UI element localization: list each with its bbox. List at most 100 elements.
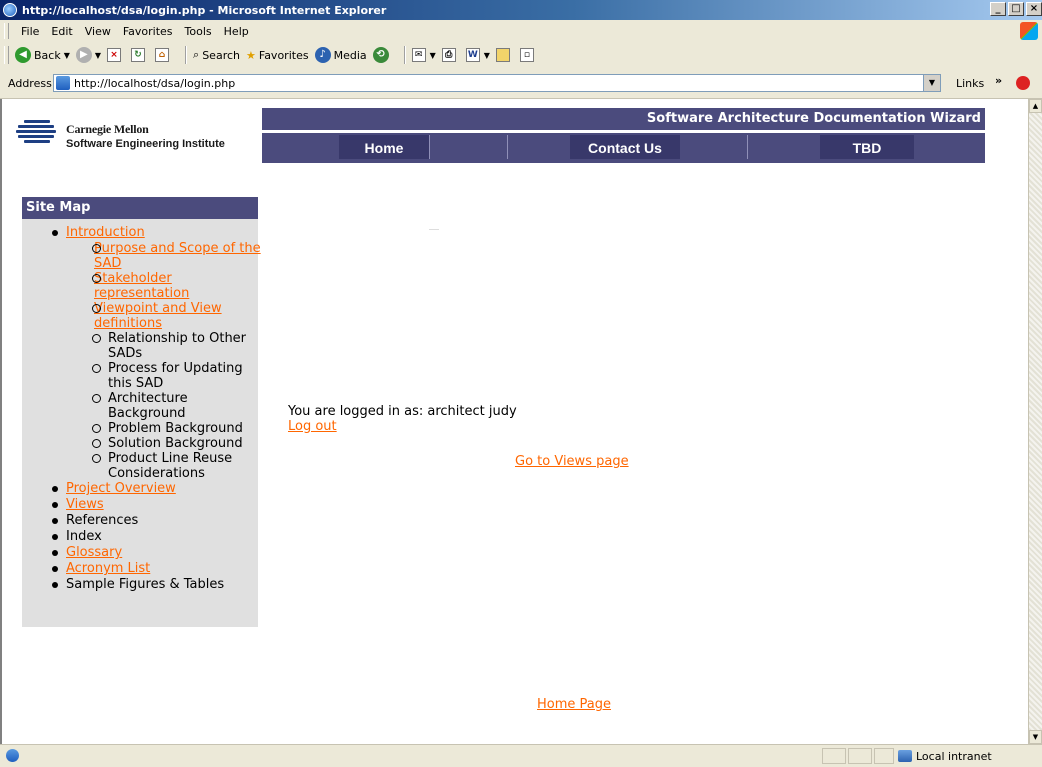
stop-button[interactable]: × bbox=[107, 48, 125, 62]
menu-view[interactable]: View bbox=[79, 25, 117, 38]
logout-link[interactable]: Log out bbox=[288, 419, 337, 434]
logo-bars-icon bbox=[16, 120, 56, 152]
site-map-item-index: Index bbox=[22, 529, 258, 545]
edit-button[interactable]: W ▼ bbox=[465, 48, 490, 62]
minimize-button[interactable]: _ bbox=[990, 2, 1006, 16]
problem-background-text: Problem Background bbox=[108, 421, 243, 436]
site-map-subitem: Viewpoint and View definitions bbox=[66, 301, 264, 331]
site-banner: Software Architecture Documentation Wiza… bbox=[262, 108, 985, 130]
nav-contact-us[interactable]: Contact Us bbox=[570, 135, 680, 159]
close-button[interactable]: × bbox=[1026, 2, 1042, 16]
media-button[interactable]: ♪ Media bbox=[314, 47, 367, 63]
references-text: References bbox=[66, 513, 139, 528]
stop-icon: × bbox=[107, 48, 122, 62]
stakeholder-link[interactable]: Stakeholder representation bbox=[94, 271, 189, 301]
site-map-item-sample-figures: Sample Figures & Tables bbox=[22, 577, 258, 593]
toolbar-separator bbox=[185, 46, 188, 64]
search-icon: ⌕ bbox=[193, 48, 200, 61]
menu-favorites[interactable]: Favorites bbox=[117, 25, 179, 38]
favorites-star-icon: ★ bbox=[246, 48, 256, 62]
site-map-list: Introduction Purpose and Scope of the SA… bbox=[22, 225, 261, 593]
solution-background-text: Solution Background bbox=[108, 436, 243, 451]
vertical-scrollbar[interactable]: ▲ ▼ bbox=[1028, 99, 1042, 744]
standard-toolbar: ◀ Back ▼ ▶ ▼ × ↻ ⌂ ⌕ Search ★ Favorites … bbox=[0, 42, 1042, 69]
print-button[interactable]: ⎙ bbox=[441, 48, 460, 62]
introduction-sublist: Purpose and Scope of the SAD Stakeholder… bbox=[66, 241, 261, 481]
ie-icon bbox=[3, 3, 17, 17]
favorites-label: Favorites bbox=[258, 48, 309, 62]
scroll-down-icon[interactable]: ▼ bbox=[1029, 730, 1042, 744]
relationship-text: Relationship to Other SADs bbox=[108, 331, 247, 361]
windows-logo-icon bbox=[1020, 22, 1038, 40]
project-overview-link[interactable]: Project Overview bbox=[66, 481, 176, 496]
acronym-list-link[interactable]: Acronym List bbox=[66, 561, 150, 576]
search-label: Search bbox=[202, 48, 240, 62]
address-input[interactable]: http://localhost/dsa/login.php ▼ bbox=[53, 74, 941, 92]
window-title: http://localhost/dsa/login.php - Microso… bbox=[22, 3, 387, 17]
address-label: Address bbox=[8, 77, 52, 90]
home-button[interactable]: ⌂ bbox=[155, 48, 173, 62]
folder-button[interactable] bbox=[495, 48, 514, 62]
page-button[interactable]: ▫ bbox=[519, 48, 538, 62]
site-map-subitem: Stakeholder representation bbox=[66, 271, 264, 301]
nav-home[interactable]: Home bbox=[339, 135, 429, 159]
mail-button[interactable]: ✉ ▼ bbox=[411, 48, 436, 62]
back-arrow-icon: ◀ bbox=[15, 47, 31, 63]
refresh-button[interactable]: ↻ bbox=[131, 48, 149, 62]
menu-edit[interactable]: Edit bbox=[45, 25, 78, 38]
menu-tools[interactable]: Tools bbox=[179, 25, 218, 38]
site-map-subitem: Process for Updating this SAD bbox=[66, 361, 264, 391]
back-label: Back bbox=[34, 48, 61, 62]
forward-dropdown-icon[interactable]: ▼ bbox=[95, 51, 101, 60]
cmu-sei-logo: Carnegie Mellon Software Engineering Ins… bbox=[16, 118, 266, 158]
product-line-text: Product Line Reuse Considerations bbox=[108, 451, 233, 481]
media-label: Media bbox=[333, 48, 367, 62]
forward-arrow-icon: ▶ bbox=[75, 47, 92, 63]
links-button[interactable]: Links bbox=[956, 77, 984, 90]
print-icon: ⎙ bbox=[441, 48, 456, 62]
toolbar-grip bbox=[4, 23, 9, 39]
site-map-subitem: Product Line Reuse Considerations bbox=[66, 451, 264, 481]
mail-dropdown-icon[interactable]: ▼ bbox=[430, 51, 436, 60]
favorites-button[interactable]: ★ Favorites bbox=[246, 49, 309, 62]
back-button[interactable]: ◀ Back ▼ bbox=[15, 47, 70, 63]
viewpoint-link[interactable]: Viewpoint and View definitions bbox=[94, 301, 222, 331]
links-chevron-icon[interactable]: » bbox=[995, 74, 1002, 87]
security-zone: Local intranet bbox=[898, 748, 992, 764]
history-button[interactable]: ⟲ bbox=[372, 47, 392, 63]
nav-tbd[interactable]: TBD bbox=[820, 135, 914, 159]
index-text: Index bbox=[66, 529, 102, 544]
search-button[interactable]: ⌕ Search bbox=[193, 48, 240, 62]
menu-help[interactable]: Help bbox=[218, 25, 255, 38]
go-to-views-link[interactable]: Go to Views page bbox=[515, 454, 629, 469]
introduction-link[interactable]: Introduction bbox=[66, 225, 145, 240]
forward-button[interactable]: ▶ ▼ bbox=[75, 47, 101, 63]
site-map-subitem: Architecture Background bbox=[66, 391, 264, 421]
zone-label: Local intranet bbox=[916, 749, 992, 763]
page-status-icon bbox=[6, 749, 19, 762]
nav-separator bbox=[429, 135, 430, 159]
glossary-link[interactable]: Glossary bbox=[66, 545, 122, 560]
nav-separator bbox=[747, 135, 748, 159]
toolbar-extension-icon[interactable] bbox=[1016, 76, 1030, 90]
scroll-up-icon[interactable]: ▲ bbox=[1029, 99, 1042, 113]
site-map-item-views: Views bbox=[22, 497, 258, 513]
process-updating-text: Process for Updating this SAD bbox=[108, 361, 243, 391]
address-url: http://localhost/dsa/login.php bbox=[74, 76, 236, 90]
edit-dropdown-icon[interactable]: ▼ bbox=[484, 51, 490, 60]
home-page-link[interactable]: Home Page bbox=[537, 697, 611, 712]
address-dropdown-icon[interactable]: ▼ bbox=[923, 75, 940, 91]
views-link[interactable]: Views bbox=[66, 497, 104, 512]
folder-icon bbox=[495, 48, 510, 62]
back-dropdown-icon[interactable]: ▼ bbox=[64, 51, 70, 60]
toolbar-grip bbox=[4, 46, 9, 64]
status-cell bbox=[822, 748, 846, 764]
sample-figures-text: Sample Figures & Tables bbox=[66, 577, 225, 592]
window-titlebar: http://localhost/dsa/login.php - Microso… bbox=[0, 0, 1042, 20]
purpose-scope-link[interactable]: Purpose and Scope of the SAD bbox=[94, 241, 261, 271]
menu-file[interactable]: File bbox=[15, 25, 45, 38]
page-icon bbox=[56, 76, 70, 90]
maximize-button[interactable]: □ bbox=[1008, 2, 1024, 16]
architecture-background-text: Architecture Background bbox=[108, 391, 188, 421]
login-status: You are logged in as: architect judy Log… bbox=[288, 404, 517, 434]
